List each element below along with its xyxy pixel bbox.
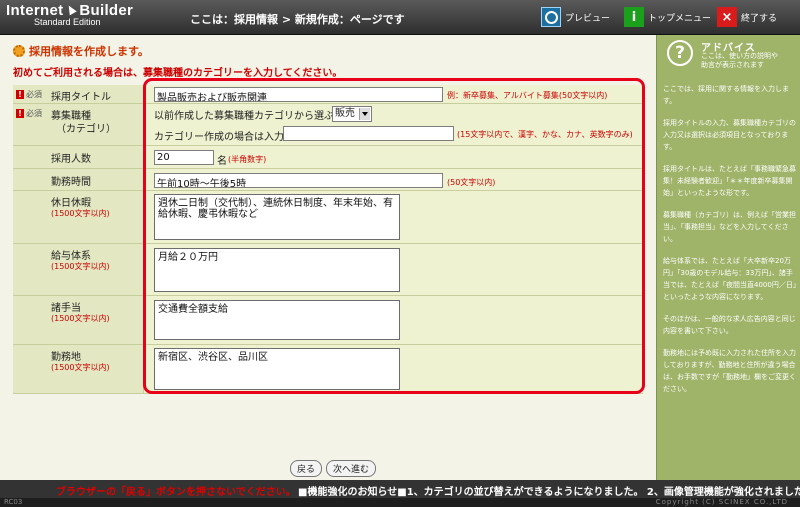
location-textarea[interactable]: 新宿区、渋谷区、品川区 bbox=[154, 348, 400, 390]
advice-subtitle: ここは、使い方の説明や 助言が表示されます bbox=[701, 52, 778, 69]
form-row-headcount: 採用人数 20 名 (半角数字) bbox=[13, 146, 643, 169]
title-hint: 例：新卒募集、アルバイト募集(50文字以内) bbox=[447, 91, 608, 100]
form-row-location: 勤務地 (1500文字以内) 新宿区、渋谷区、品川区 bbox=[13, 345, 643, 394]
advice-body: ここでは、採用に関する情報を入力します。 採用タイトルの入力、募集職種カテゴリの… bbox=[663, 83, 798, 405]
preview-button[interactable]: プレビュー bbox=[541, 6, 610, 28]
form-row-allowance: 諸手当 (1500文字以内) 交通費全額支給 bbox=[13, 296, 643, 345]
advice-text: 採用タイトルは、たとえば「事務職緊急募集！未経験者歓迎」「＊＊年度新卒募集開始」… bbox=[663, 165, 796, 197]
field-limit: (1500文字以内) bbox=[51, 209, 110, 218]
label-cell: 勤務地 (1500文字以内) bbox=[13, 345, 144, 393]
form-buttons: 戻る 次へ進む bbox=[290, 460, 377, 477]
app-logo: Internet Builder Standard Edition bbox=[6, 2, 133, 27]
title-input[interactable]: 製品販売および販売関連 bbox=[154, 87, 443, 102]
chevron-down-icon bbox=[359, 108, 370, 120]
advice-text: 募集職種（カテゴリ）は、例えば「営業担当」、「事務担当」などを入力してください。 bbox=[663, 211, 796, 243]
status-bar: RC03 Copyright (C) SCINEX CO.,LTD bbox=[0, 498, 800, 507]
form-row-salary: 給与体系 (1500文字以内) 月給２０万円 bbox=[13, 244, 643, 296]
form-row-category: ! 必須 募集職種 （カテゴリ） 以前作成した募集職種カテゴリから選ぶ 販売 カテ… bbox=[13, 104, 643, 146]
field-label: 採用人数 bbox=[51, 154, 91, 165]
breadcrumb: ここは：採用情報 > 新規作成：ページです bbox=[190, 13, 405, 26]
exit-label: 終了する bbox=[741, 13, 778, 24]
page-title: 採用情報を作成します。 bbox=[29, 45, 149, 58]
category-select-prompt: 以前作成した募集職種カテゴリから選ぶ bbox=[154, 111, 334, 122]
gear-icon bbox=[13, 45, 25, 57]
preview-label: プレビュー bbox=[565, 13, 611, 24]
next-button[interactable]: 次へ進む bbox=[326, 460, 377, 477]
field-label: 諸手当 bbox=[51, 303, 81, 314]
news-ticker: ■機能強化のお知らせ■1、カテゴリの並び替えができるようになりました。 2、画像… bbox=[298, 487, 800, 498]
category-select-value: 販売 bbox=[335, 108, 355, 119]
field-label-sub: （カテゴリ） bbox=[56, 124, 116, 135]
holidays-textarea[interactable]: 週休二日制（交代制）、連続休日制度、年末年始、有給休暇、慶弔休暇など bbox=[154, 194, 400, 240]
exit-button[interactable]: × 終了する bbox=[717, 6, 777, 28]
salary-textarea[interactable]: 月給２０万円 bbox=[154, 248, 400, 292]
advice-text: 勤務地には予め既に入力された住所を入力しておりますが、勤務地と住所が違う場合は、… bbox=[663, 349, 796, 393]
main-content: 採用情報を作成します。 初めてご利用される場合は、募集職種のカテゴリーを入力して… bbox=[0, 35, 656, 480]
top-menu-button[interactable]: i トップメニュー bbox=[624, 6, 711, 28]
category-create-hint: (15文字以内で、漢字、かな、カナ、英数字のみ) bbox=[457, 130, 633, 139]
back-warning: ブラウザーの「戻る」ボタンを押さないでください。 bbox=[56, 487, 296, 498]
field-label: 採用タイトル bbox=[51, 92, 111, 103]
page-heading: 採用情報を作成します。 bbox=[13, 43, 149, 59]
help-icon: ? bbox=[667, 40, 693, 66]
hours-hint: (50文字以内) bbox=[447, 178, 496, 187]
app-header: Internet Builder Standard Edition ここは：採用情… bbox=[0, 0, 800, 35]
first-use-note: 初めてご利用される場合は、募集職種のカテゴリーを入力してください。 bbox=[13, 68, 343, 79]
label-cell: ! 必須 採用タイトル bbox=[13, 85, 144, 103]
headcount-input[interactable]: 20 bbox=[154, 150, 214, 165]
category-select[interactable]: 販売 bbox=[332, 106, 372, 122]
field-limit: (1500文字以内) bbox=[51, 262, 110, 271]
field-limit: (1500文字以内) bbox=[51, 363, 110, 372]
form-row-hours: 勤務時間 午前10時〜午後5時 (50文字以内) bbox=[13, 169, 643, 191]
copyright: Copyright (C) SCINEX CO.,LTD bbox=[655, 498, 788, 506]
label-cell: 給与体系 (1500文字以内) bbox=[13, 244, 144, 295]
label-cell: 諸手当 (1500文字以内) bbox=[13, 296, 144, 344]
field-label: 勤務時間 bbox=[51, 177, 91, 188]
hours-input[interactable]: 午前10時〜午後5時 bbox=[154, 173, 443, 188]
advice-text: 採用タイトルの入力、募集職種カテゴリの入力又は選択は必須項目となっております。 bbox=[663, 119, 796, 151]
advice-text: ここでは、採用に関する情報を入力します。 bbox=[663, 85, 789, 105]
headcount-hint: (半角数字) bbox=[228, 155, 267, 164]
required-badge: ! 必須 bbox=[16, 108, 42, 119]
top-menu-label: トップメニュー bbox=[648, 13, 712, 24]
close-icon: × bbox=[717, 7, 737, 27]
label-cell: 採用人数 bbox=[13, 146, 144, 168]
label-cell: 休日休暇 (1500文字以内) bbox=[13, 191, 144, 243]
field-label: 勤務地 bbox=[51, 352, 81, 363]
info-icon: i bbox=[624, 7, 644, 27]
category-create-input[interactable] bbox=[283, 126, 454, 141]
label-cell: 勤務時間 bbox=[13, 169, 144, 190]
preview-icon bbox=[541, 7, 561, 27]
allowance-textarea[interactable]: 交通費全額支給 bbox=[154, 300, 400, 340]
field-label: 休日休暇 bbox=[51, 198, 91, 209]
category-create-prompt: カテゴリー作成の場合は入力 bbox=[154, 132, 284, 143]
required-badge: ! 必須 bbox=[16, 89, 42, 100]
cursor-icon bbox=[65, 3, 78, 16]
label-cell: ! 必須 募集職種 （カテゴリ） bbox=[13, 104, 144, 145]
advice-text: そのほかは、一般的な求人広告内容と同じ内容を書いて下さい。 bbox=[663, 315, 796, 335]
field-label: 給与体系 bbox=[51, 251, 91, 262]
advice-text: 給与体系では、たとえば「大卒新卒20万円」「30歳のモデル給与：33万円」、諸手… bbox=[663, 257, 797, 301]
version-label: RC03 bbox=[4, 498, 23, 506]
form-row-holidays: 休日休暇 (1500文字以内) 週休二日制（交代制）、連続休日制度、年末年始、有… bbox=[13, 191, 643, 244]
footer-bar: ブラウザーの「戻る」ボタンを押さないでください。 ■機能強化のお知らせ■1、カテ… bbox=[0, 480, 800, 498]
headcount-unit: 名 bbox=[217, 156, 227, 167]
form-row-title: ! 必須 採用タイトル 製品販売および販売関連 例：新卒募集、アルバイト募集(50… bbox=[13, 85, 643, 104]
field-limit: (1500文字以内) bbox=[51, 314, 110, 323]
advice-panel: ? アドバイス ここは、使い方の説明や 助言が表示されます ここでは、採用に関す… bbox=[656, 35, 800, 480]
back-button[interactable]: 戻る bbox=[290, 460, 323, 477]
